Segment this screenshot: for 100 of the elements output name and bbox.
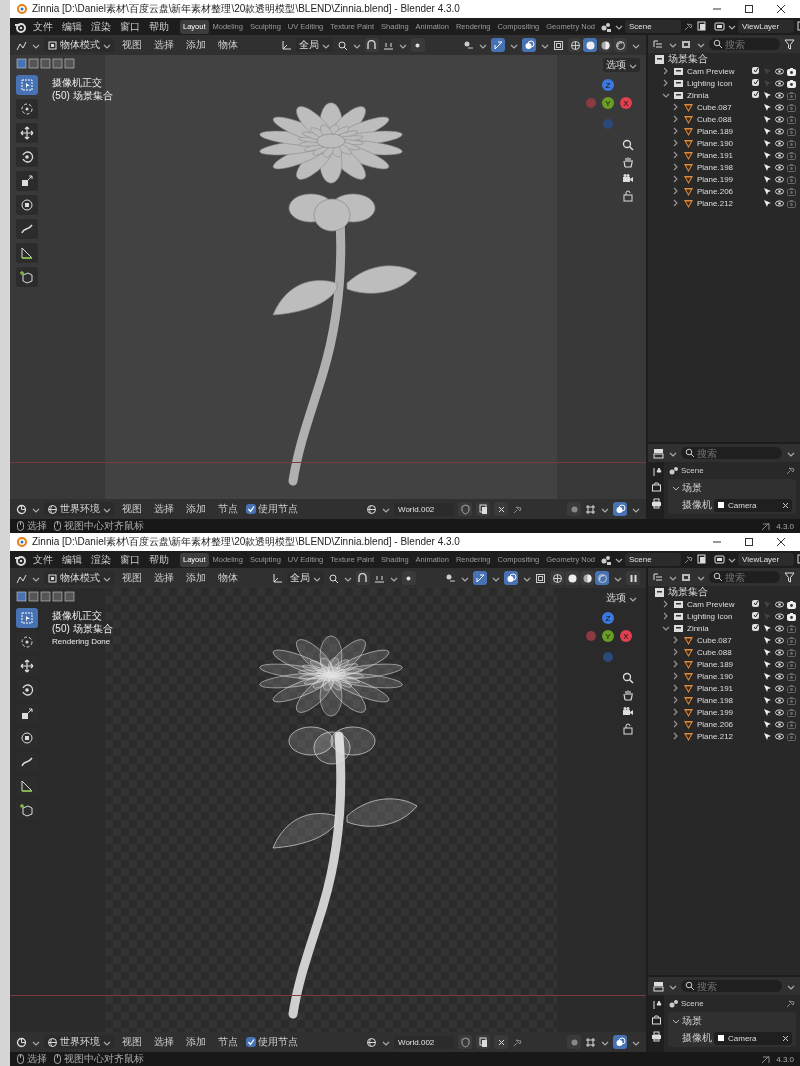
- grid-icon[interactable]: [585, 503, 596, 515]
- overlay-icon[interactable]: [614, 1036, 626, 1048]
- eye-icon[interactable]: [775, 635, 784, 645]
- eye-icon[interactable]: [775, 695, 784, 705]
- eye-icon[interactable]: [775, 623, 784, 633]
- pause-button[interactable]: [626, 571, 640, 585]
- menu-item[interactable]: 渲染: [87, 19, 115, 34]
- pin-icon[interactable]: [785, 998, 796, 1009]
- camera-icon[interactable]: [622, 706, 634, 718]
- display-mode-icon[interactable]: [653, 571, 664, 583]
- eye-icon[interactable]: [775, 647, 784, 657]
- zoom-icon[interactable]: [622, 672, 634, 684]
- eye-icon[interactable]: [775, 90, 784, 100]
- printer-icon[interactable]: [650, 498, 662, 509]
- pointer-icon[interactable]: [763, 198, 772, 208]
- new-scene-icon[interactable]: [696, 554, 707, 565]
- tool-button[interactable]: [16, 171, 38, 191]
- printer-icon[interactable]: [650, 1031, 662, 1042]
- maximize-icon[interactable]: [744, 4, 754, 14]
- menu-item[interactable]: 视图: [118, 571, 146, 585]
- outliner-item[interactable]: Plane.198: [697, 695, 745, 705]
- selection-mode-icon[interactable]: [52, 58, 63, 69]
- outliner-item[interactable]: Lighting Icon: [687, 78, 745, 88]
- menu-item[interactable]: 帮助: [145, 19, 173, 34]
- zoom-icon[interactable]: [622, 139, 634, 151]
- new-scene-icon[interactable]: [696, 21, 707, 32]
- pointer-icon[interactable]: [763, 719, 772, 729]
- editor-type-icon[interactable]: [16, 572, 27, 584]
- selection-mode-icon[interactable]: [64, 591, 75, 602]
- selection-mode-icon[interactable]: [40, 591, 51, 602]
- pointer-icon[interactable]: [763, 150, 772, 160]
- outliner-item[interactable]: Lighting Icon: [687, 611, 745, 621]
- xray-icon[interactable]: [553, 39, 564, 51]
- duplicate-icon[interactable]: [477, 503, 489, 515]
- shield-icon[interactable]: [459, 1036, 471, 1048]
- outliner-item[interactable]: Plane.190: [697, 671, 745, 681]
- shading-mode-button[interactable]: [568, 38, 582, 52]
- pointer-icon[interactable]: [763, 635, 772, 645]
- view-layer-selector[interactable]: ViewLayer: [738, 20, 794, 33]
- close-icon[interactable]: [776, 4, 786, 14]
- axis-handle[interactable]: [603, 119, 613, 129]
- selection-mode-icon[interactable]: [40, 58, 51, 69]
- checkbox-label[interactable]: 使用节点: [258, 502, 298, 516]
- outliner-item[interactable]: 场景集合: [668, 585, 796, 599]
- pointer-icon[interactable]: [763, 174, 772, 184]
- snap-icon[interactable]: [357, 572, 368, 584]
- menu-item[interactable]: 选择: [150, 571, 178, 585]
- pointer-icon[interactable]: [763, 623, 772, 633]
- eye-icon[interactable]: [775, 707, 784, 717]
- scene-selector[interactable]: Scene: [625, 553, 681, 566]
- axis-handle[interactable]: Y: [602, 630, 614, 642]
- editor-type-icon[interactable]: [653, 980, 664, 992]
- shading-mode-button[interactable]: [583, 38, 597, 52]
- selection-mode-icon[interactable]: [64, 58, 75, 69]
- tool-button[interactable]: [16, 195, 38, 215]
- pointer-icon[interactable]: [763, 659, 772, 669]
- panel-header[interactable]: 场景: [672, 481, 792, 495]
- outliner-item[interactable]: Plane.199: [697, 174, 745, 184]
- selection-mode-icon[interactable]: [52, 591, 63, 602]
- outliner-item[interactable]: Zinnia: [687, 90, 745, 100]
- pointer-icon[interactable]: [763, 671, 772, 681]
- grid-icon[interactable]: [585, 1036, 596, 1048]
- search-field[interactable]: 搜索: [709, 571, 780, 583]
- pointer-icon[interactable]: [763, 90, 772, 100]
- checkbox[interactable]: [752, 599, 759, 607]
- editor-type-icon[interactable]: [16, 1036, 27, 1048]
- outliner-item[interactable]: Plane.198: [697, 162, 745, 172]
- filter-icon[interactable]: [681, 571, 692, 583]
- lock-icon[interactable]: [622, 190, 634, 202]
- axis-handle[interactable]: Z: [602, 79, 614, 91]
- mode-dropdown[interactable]: 物体模式: [44, 38, 114, 52]
- blender-logo-icon[interactable]: [14, 20, 28, 33]
- outliner-item[interactable]: Plane.189: [697, 659, 745, 669]
- axis-handle[interactable]: X: [620, 97, 632, 109]
- orientation-dropdown[interactable]: 全局: [295, 38, 333, 52]
- pivot-icon[interactable]: [336, 39, 348, 51]
- orientation-dropdown[interactable]: 全局: [286, 571, 324, 585]
- camera-icon[interactable]: [787, 78, 796, 88]
- outliner-item[interactable]: Plane.190: [697, 138, 745, 148]
- eye-icon[interactable]: [775, 174, 784, 184]
- pin-icon[interactable]: [683, 21, 694, 32]
- menu-item[interactable]: 编辑: [58, 552, 86, 567]
- camera-icon[interactable]: [622, 173, 634, 185]
- tool-icon[interactable]: [650, 466, 662, 477]
- eye-icon[interactable]: [775, 611, 784, 621]
- outliner-item[interactable]: Plane.191: [697, 683, 745, 693]
- search-field[interactable]: 搜索: [681, 447, 782, 459]
- outliner-item[interactable]: Cube.088: [697, 647, 745, 657]
- shield-icon[interactable]: [459, 503, 471, 515]
- eye-icon[interactable]: [775, 102, 784, 112]
- overlay-icon[interactable]: [614, 503, 626, 515]
- pointer-icon[interactable]: [763, 683, 772, 693]
- menu-item[interactable]: 窗口: [116, 552, 144, 567]
- gizmo-icon[interactable]: [492, 39, 504, 51]
- tool-button[interactable]: [16, 219, 38, 239]
- overlay-icon[interactable]: [505, 572, 517, 584]
- outliner-item[interactable]: Cam Preview: [687, 599, 745, 609]
- camera-icon[interactable]: [787, 599, 796, 609]
- camera-icon[interactable]: [787, 66, 796, 76]
- menu-item[interactable]: 节点: [214, 502, 242, 516]
